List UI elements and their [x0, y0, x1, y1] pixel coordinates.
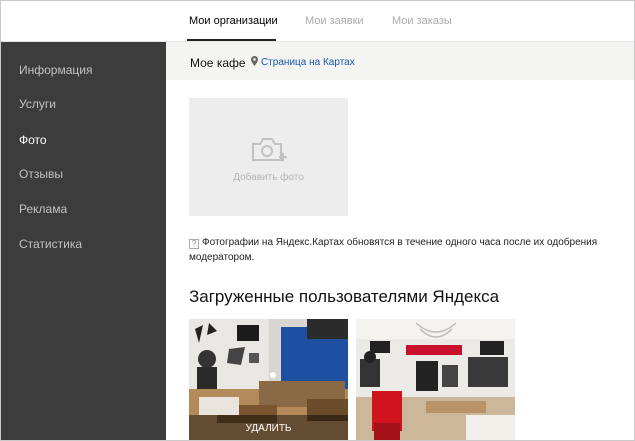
camera-plus-icon [252, 138, 287, 161]
sidebar-item-info[interactable]: Информация [19, 63, 92, 77]
top-tabs: Мои организации Мои заявки Мои заказы [1, 1, 634, 42]
sidebar-item-statistics[interactable]: Статистика [19, 237, 82, 251]
help-icon: ? [189, 239, 199, 249]
app-frame: Мои организации Мои заявки Мои заказы Ин… [0, 0, 635, 441]
section-title: Загруженные пользователями Яндекса [189, 287, 500, 306]
delete-photo-button[interactable]: УДАЛИТЬ [189, 415, 348, 440]
active-tab-indicator [187, 39, 276, 41]
moderation-note: ? Фотографии на Яндекс.Картах обновятся в… [189, 235, 633, 265]
sidebar-item-reviews[interactable]: Отзывы [19, 167, 63, 181]
tab-my-requests[interactable]: Мои заявки [305, 15, 364, 27]
org-name: Мое кафе [190, 56, 246, 70]
map-link-label: Страница на Картах [261, 57, 355, 68]
sidebar-item-services[interactable]: Услуги [19, 97, 56, 111]
user-photo[interactable] [356, 319, 515, 440]
add-photo-label: Добавить фото [233, 172, 304, 183]
pin-icon [251, 56, 258, 66]
tab-my-orders[interactable]: Мои заказы [392, 15, 452, 27]
user-photo[interactable]: УДАЛИТЬ [189, 319, 348, 440]
org-header: Мое кафе Страница на Картах [166, 42, 634, 80]
add-photo-button[interactable]: Добавить фото [189, 98, 348, 216]
sidebar: Информация Услуги Фото Отзывы Реклама Ст… [1, 42, 166, 440]
sidebar-item-ads[interactable]: Реклама [19, 202, 67, 216]
cafe-interior-image [356, 319, 515, 440]
moderation-note-text: Фотографии на Яндекс.Картах обновятся в … [189, 237, 598, 263]
sidebar-item-photo[interactable]: Фото [19, 133, 47, 147]
tab-my-organizations[interactable]: Мои организации [189, 15, 278, 27]
map-page-link[interactable]: Страница на Картах [251, 56, 355, 68]
